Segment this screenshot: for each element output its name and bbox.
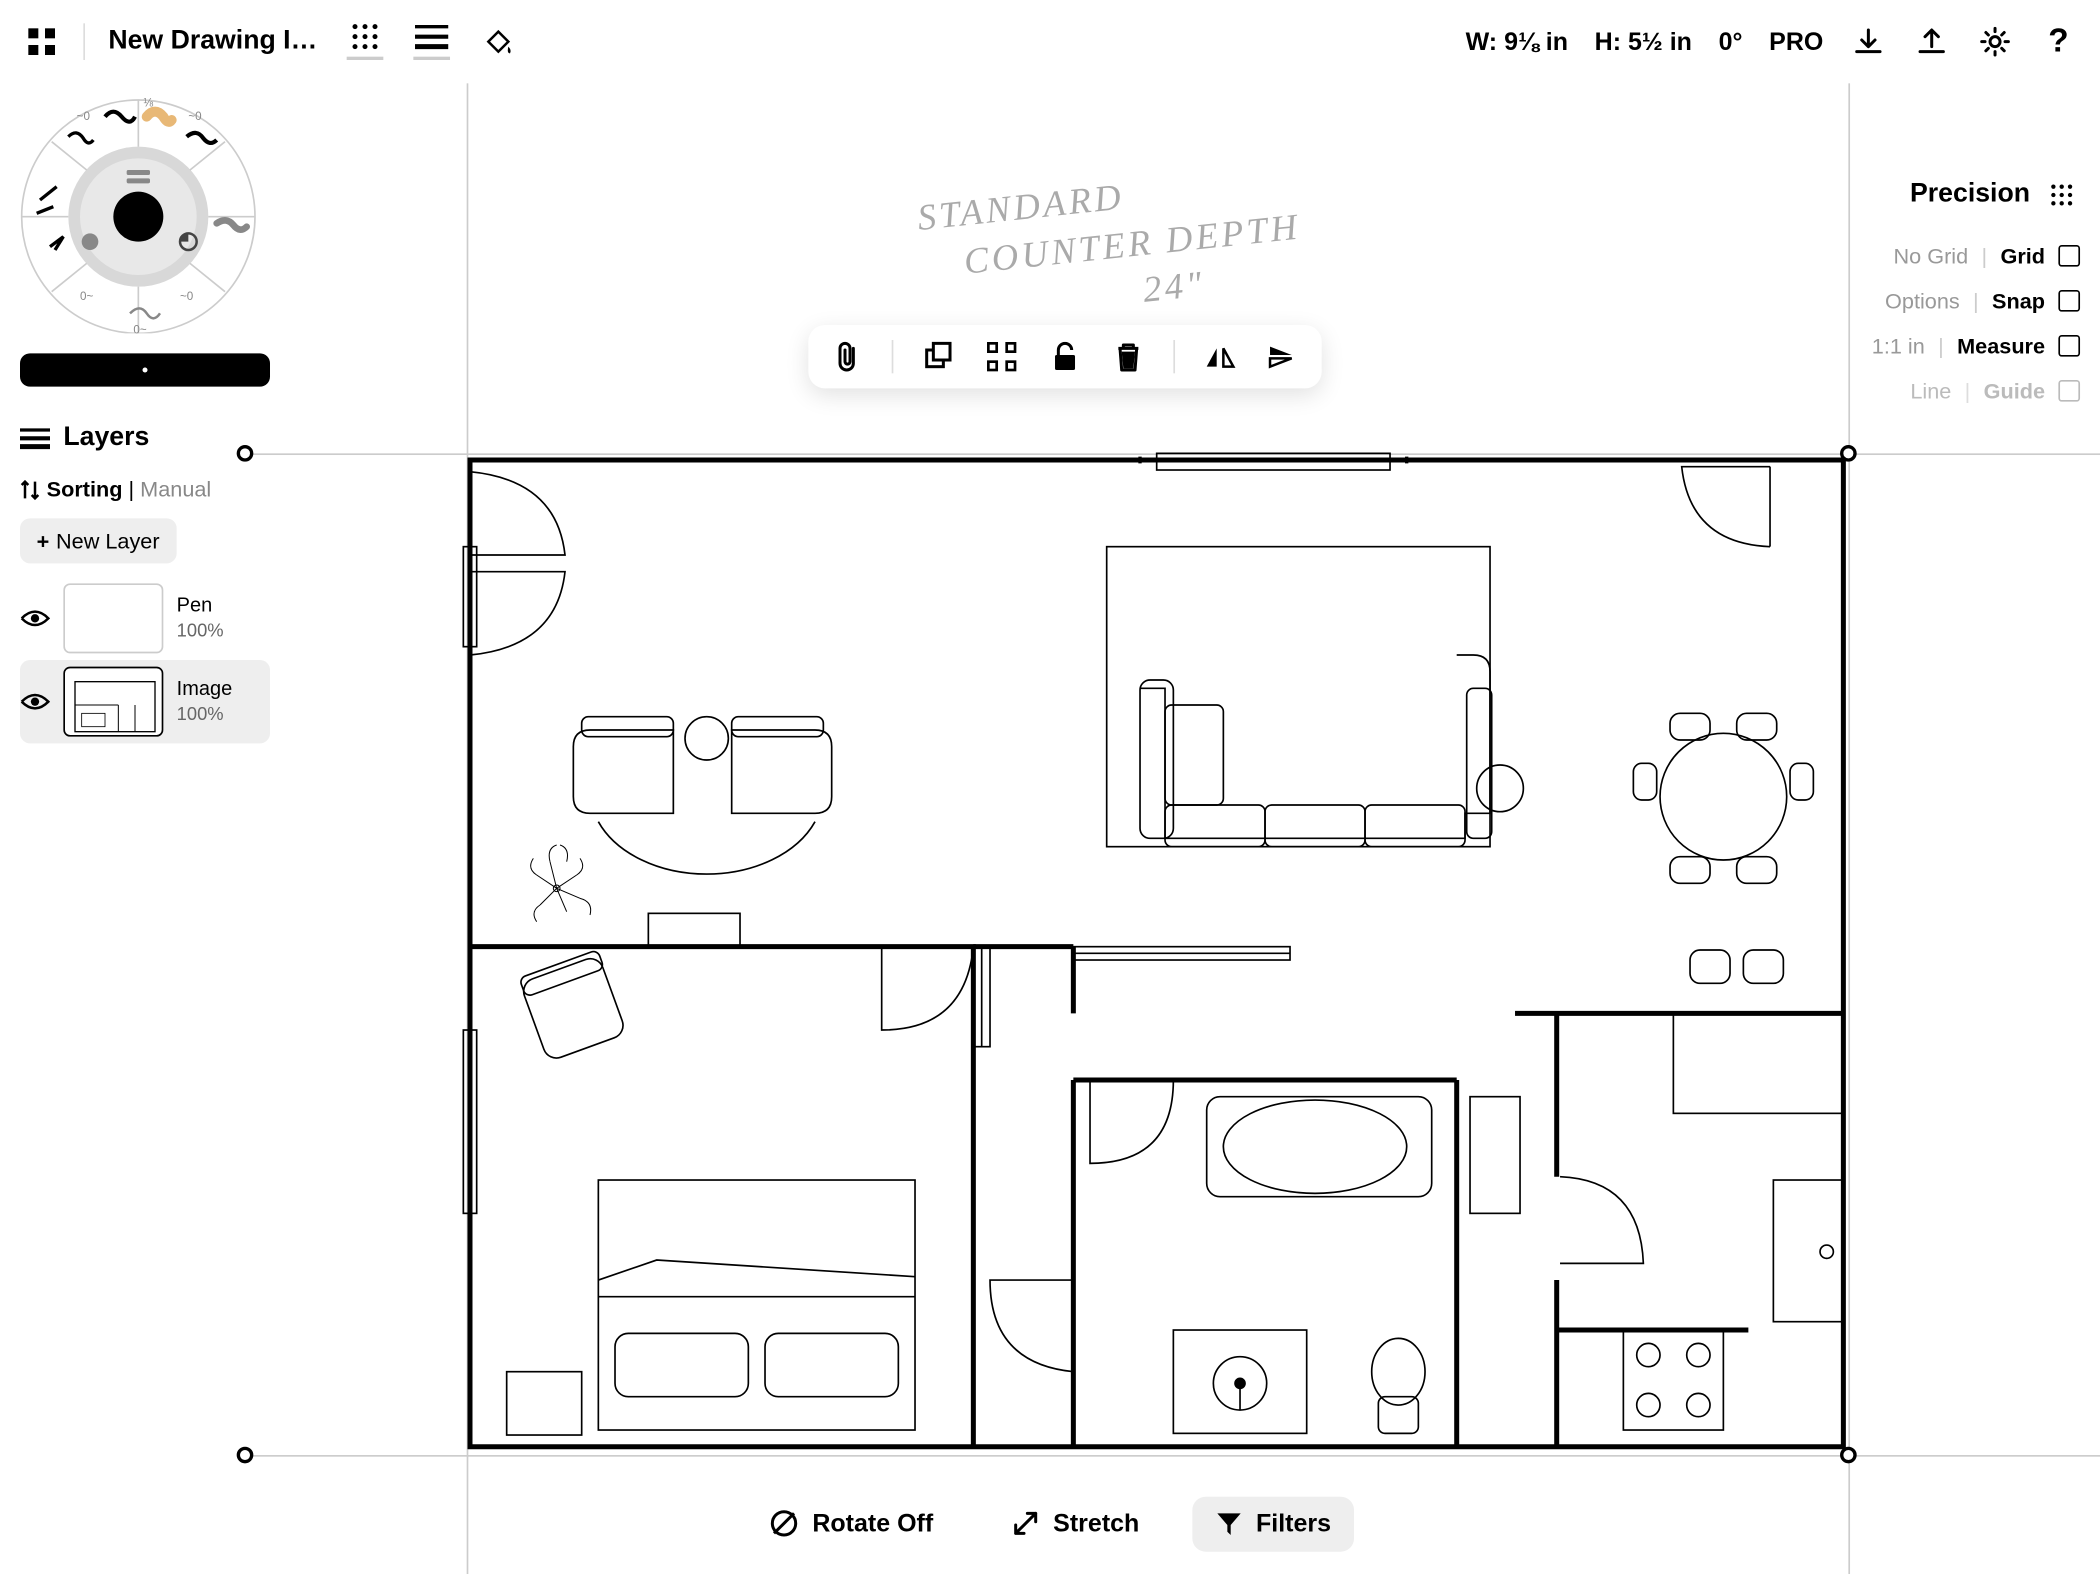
rotate-button[interactable]: Rotate Off xyxy=(746,1495,957,1552)
layer-row-pen[interactable]: Pen 100% xyxy=(20,577,270,660)
svg-text:⅛: ⅛ xyxy=(143,97,153,110)
layer-opacity: 100% xyxy=(177,619,224,643)
stretch-button[interactable]: Stretch xyxy=(987,1495,1163,1552)
svg-text:~0: ~0 xyxy=(188,110,202,123)
canvas-area[interactable]: STANDARD COUNTER DEPTH 24" xyxy=(247,83,2100,1574)
layer-thumbnail xyxy=(63,667,163,737)
grid-toggle[interactable]: No Grid | Grid xyxy=(1830,233,2080,278)
filters-button[interactable]: Filters xyxy=(1193,1496,1355,1551)
duplicate-icon[interactable] xyxy=(920,338,957,375)
svg-text:0~: 0~ xyxy=(80,290,93,303)
lines-icon[interactable] xyxy=(414,23,451,60)
top-toolbar: New Drawing I… W: 9⅛ in H: 5½ in 0° PRO … xyxy=(0,0,2100,83)
new-layer-button[interactable]: + New Layer xyxy=(20,518,176,563)
layers-panel: Layers Sorting | Manual + New Layer Pen … xyxy=(20,417,270,744)
menu-grid-icon[interactable] xyxy=(23,23,60,60)
svg-text:~0: ~0 xyxy=(180,290,194,303)
transform-toolbar: Rotate Off Stretch Filters xyxy=(746,1495,1355,1552)
grid-dots-icon[interactable] xyxy=(347,23,384,60)
upload-icon[interactable] xyxy=(1913,23,1950,60)
help-icon[interactable]: ? xyxy=(2040,23,2077,60)
download-icon[interactable] xyxy=(1850,23,1887,60)
svg-text:0~: 0~ xyxy=(133,323,146,333)
flip-vertical-icon[interactable] xyxy=(1265,338,1302,375)
handwriting-note: STANDARD COUNTER DEPTH 24" xyxy=(915,156,1307,338)
layer-name: Image xyxy=(177,677,233,703)
selection-handle[interactable] xyxy=(237,445,254,462)
precision-title: Precision xyxy=(1910,180,2030,210)
height-readout: H: 5½ in xyxy=(1595,28,1692,56)
visibility-eye-icon[interactable] xyxy=(20,692,50,712)
measure-toggle[interactable]: 1:1 in | Measure xyxy=(1830,323,2080,368)
brush-size-slider[interactable] xyxy=(20,353,270,386)
lock-icon[interactable] xyxy=(1047,338,1084,375)
selection-toolbar xyxy=(808,325,1321,388)
attachment-icon[interactable] xyxy=(828,338,865,375)
width-readout: W: 9⅛ in xyxy=(1466,28,1568,56)
distribute-icon[interactable] xyxy=(983,338,1020,375)
rotation-readout: 0° xyxy=(1719,28,1743,56)
visibility-eye-icon[interactable] xyxy=(20,608,50,628)
layers-title: Layers xyxy=(63,423,149,453)
layer-row-image[interactable]: Image 100% xyxy=(20,660,270,743)
fill-tool-icon[interactable] xyxy=(481,23,518,60)
selection-handle[interactable] xyxy=(237,1447,254,1464)
divider xyxy=(83,23,85,60)
layer-thumbnail xyxy=(63,583,163,653)
pro-badge[interactable]: PRO xyxy=(1769,28,1823,56)
grid-dots-icon[interactable] xyxy=(2043,177,2080,214)
trash-icon[interactable] xyxy=(1110,338,1147,375)
gear-icon[interactable] xyxy=(1977,23,2014,60)
snap-toggle[interactable]: Options | Snap xyxy=(1830,278,2080,323)
guide-toggle[interactable]: Line | Guide xyxy=(1830,368,2080,413)
sorting-button[interactable]: Sorting | Manual xyxy=(20,470,270,518)
layers-header[interactable]: Layers xyxy=(20,417,270,470)
svg-text:~0: ~0 xyxy=(77,110,91,123)
flip-horizontal-icon[interactable] xyxy=(1202,338,1239,375)
layer-name: Pen xyxy=(177,593,224,619)
precision-panel: Precision No Grid | Grid Options | Snap … xyxy=(1830,177,2080,414)
floorplan-image[interactable] xyxy=(457,447,1857,1464)
document-title[interactable]: New Drawing I… xyxy=(108,27,317,57)
layer-opacity: 100% xyxy=(177,703,233,727)
tool-wheel[interactable]: 0~ 0~ ~0 ⅛ ~0 ~0 xyxy=(13,83,263,333)
